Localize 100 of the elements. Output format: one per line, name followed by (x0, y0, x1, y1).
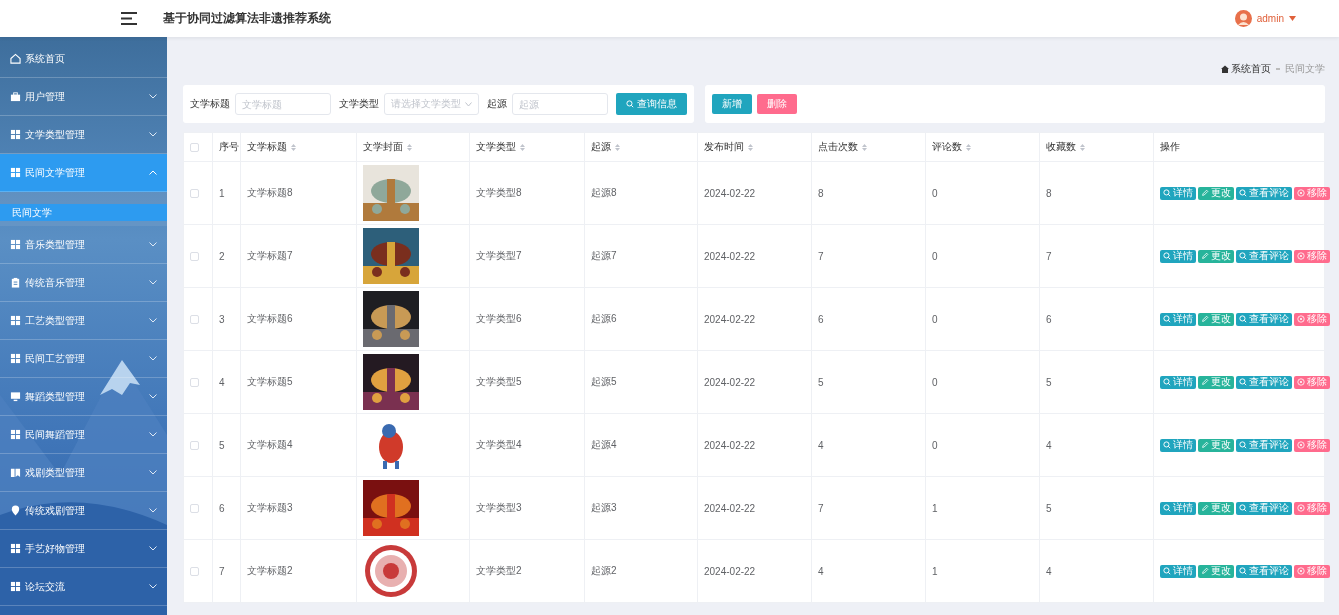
view-button[interactable]: 详情 (1160, 375, 1196, 389)
sort-icon[interactable] (966, 143, 971, 151)
view-button[interactable]: 详情 (1160, 186, 1196, 200)
caret-icon[interactable] (1289, 16, 1296, 21)
menu-icon[interactable] (121, 12, 137, 25)
sidebar-item[interactable]: 工艺类型管理 (0, 302, 167, 340)
username[interactable]: admin (1256, 13, 1284, 24)
remove-button[interactable]: 移除 (1294, 438, 1330, 452)
table-cell: 文学标题7 (247, 250, 293, 261)
view-button[interactable]: 详情 (1160, 564, 1196, 578)
search-icon (1163, 504, 1171, 512)
remove-button[interactable]: 移除 (1294, 564, 1330, 578)
table-cell: 4 (1046, 439, 1052, 451)
pencil-icon (1201, 441, 1209, 449)
table-cell: 起源6 (591, 313, 617, 324)
checkbox[interactable] (190, 314, 199, 324)
edit-button[interactable]: 更改 (1198, 312, 1234, 326)
checkbox[interactable] (190, 142, 199, 152)
sort-icon[interactable] (748, 143, 753, 151)
checkbox[interactable] (190, 188, 199, 198)
column-header[interactable]: 文学封面 (363, 140, 403, 154)
sidebar-item[interactable]: 民间工艺管理 (0, 340, 167, 378)
edit-button[interactable]: 更改 (1198, 501, 1234, 515)
table-cell: 1 (932, 502, 938, 514)
sidebar-item[interactable]: 系统首页 (0, 40, 167, 78)
remove-button[interactable]: 移除 (1294, 501, 1330, 515)
edit-button[interactable]: 更改 (1198, 249, 1234, 263)
submenu-item[interactable]: 民间文学 (0, 204, 167, 221)
view-button[interactable]: 详情 (1160, 312, 1196, 326)
view-button[interactable]: 详情 (1160, 438, 1196, 452)
sidebar-item[interactable]: 民间舞蹈管理 (0, 416, 167, 454)
delete-button[interactable]: 删除 (757, 94, 797, 114)
avatar-icon (1234, 10, 1252, 27)
view-button[interactable]: 查看评论 (1236, 249, 1292, 263)
sidebar-item[interactable]: 舞蹈类型管理 (0, 378, 167, 416)
view-button[interactable]: 查看评论 (1236, 186, 1292, 200)
sort-icon[interactable] (520, 143, 525, 151)
search-icon (1239, 504, 1247, 512)
sort-icon[interactable] (291, 143, 296, 151)
breadcrumb-item[interactable]: 系统首页 (1221, 62, 1271, 76)
table-cell: 2024-02-22 (704, 565, 756, 577)
sidebar-item[interactable]: 用户管理 (0, 78, 167, 116)
remove-button[interactable]: 移除 (1294, 249, 1330, 263)
grid-icon (10, 239, 21, 250)
table-cell: 6 (818, 313, 824, 325)
close-icon (1297, 504, 1305, 512)
view-button[interactable]: 查看评论 (1236, 375, 1292, 389)
table-cell: 0 (932, 439, 938, 451)
sidebar-item[interactable]: 戏剧类型管理 (0, 454, 167, 492)
search-icon (1239, 441, 1247, 449)
field-label: 起源 (487, 97, 507, 111)
sort-icon[interactable] (615, 143, 620, 151)
view-button[interactable]: 查看评论 (1236, 312, 1292, 326)
view-button[interactable]: 查看评论 (1236, 501, 1292, 515)
column-header[interactable]: 点击次数 (818, 140, 858, 154)
table-cell: 起源5 (591, 376, 617, 387)
table-cell: 2024-02-22 (704, 250, 756, 262)
edit-button[interactable]: 更改 (1198, 564, 1234, 578)
view-button[interactable]: 详情 (1160, 249, 1196, 263)
column-header[interactable]: 文学类型 (476, 140, 516, 154)
sidebar-item[interactable]: 论坛交流 (0, 568, 167, 606)
edit-button[interactable]: 更改 (1198, 438, 1234, 452)
search-icon (1239, 189, 1247, 197)
table-cell: 5 (1046, 502, 1052, 514)
pencil-icon (1201, 252, 1209, 260)
view-button[interactable]: 查看评论 (1236, 564, 1292, 578)
sidebar-item[interactable]: 手艺好物管理 (0, 530, 167, 568)
sort-icon[interactable] (407, 143, 412, 151)
column-header[interactable]: 文学标题 (247, 140, 287, 154)
column-header[interactable]: 评论数 (932, 140, 962, 154)
edit-button[interactable]: 更改 (1198, 375, 1234, 389)
table-cell: 2024-02-22 (704, 187, 756, 199)
sidebar-item[interactable]: 音乐类型管理 (0, 226, 167, 264)
add-button[interactable]: 新增 (712, 94, 752, 114)
search-icon (1163, 378, 1171, 386)
sidebar-item[interactable]: 传统音乐管理 (0, 264, 167, 302)
view-button[interactable]: 查看评论 (1236, 438, 1292, 452)
column-header[interactable]: 收藏数 (1046, 140, 1076, 154)
table-cell: 起源2 (591, 565, 617, 576)
checkbox[interactable] (190, 566, 199, 576)
remove-button[interactable]: 移除 (1294, 375, 1330, 389)
table-cell: 2024-02-22 (704, 439, 756, 451)
search-button[interactable]: 查询信息 (616, 93, 687, 115)
checkbox[interactable] (190, 377, 199, 387)
remove-button[interactable]: 移除 (1294, 312, 1330, 326)
edit-button[interactable]: 更改 (1198, 186, 1234, 200)
table-cell: 2 (219, 250, 225, 262)
sidebar-item[interactable]: 传统戏剧管理 (0, 492, 167, 530)
remove-button[interactable]: 移除 (1294, 186, 1330, 200)
sidebar-item[interactable]: 民间文学管理 (0, 154, 167, 192)
pencil-icon (1201, 567, 1209, 575)
view-button[interactable]: 详情 (1160, 501, 1196, 515)
column-header[interactable]: 发布时间 (704, 140, 744, 154)
sort-icon[interactable] (1080, 143, 1085, 151)
checkbox[interactable] (190, 440, 199, 450)
sort-icon[interactable] (862, 143, 867, 151)
checkbox[interactable] (190, 251, 199, 261)
checkbox[interactable] (190, 503, 199, 513)
column-header[interactable]: 起源 (591, 140, 611, 154)
table-cell: 文学标题4 (247, 439, 293, 450)
